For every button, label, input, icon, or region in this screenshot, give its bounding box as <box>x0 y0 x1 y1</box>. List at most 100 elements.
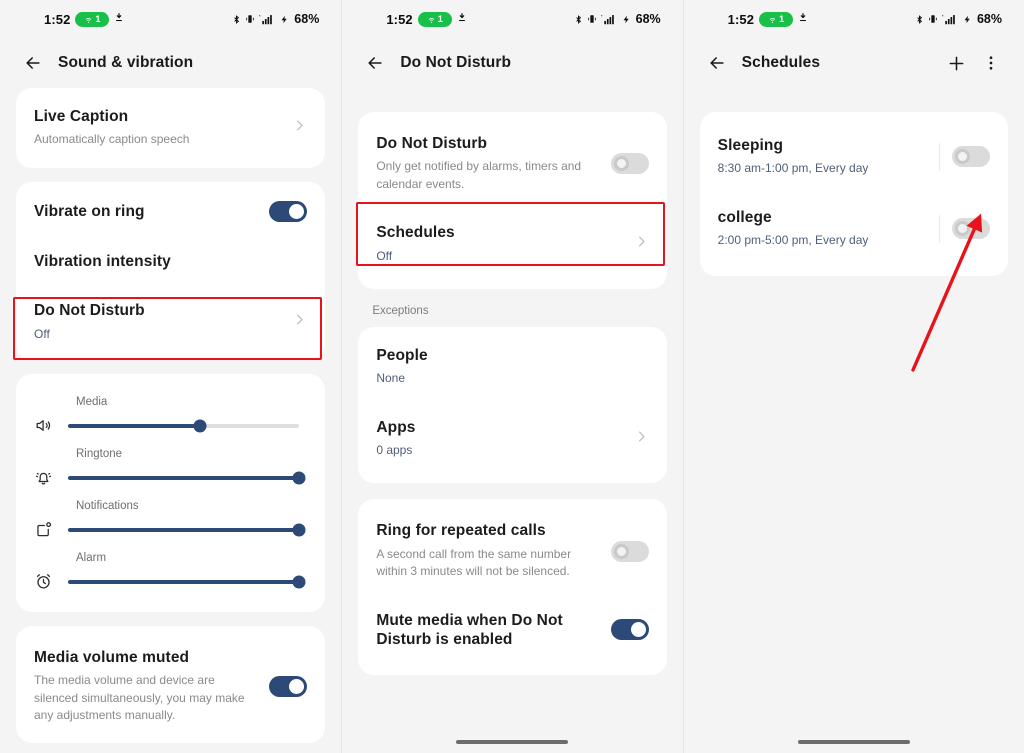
vibrate-on-ring-toggle[interactable] <box>269 200 308 222</box>
row-vibrate-on-ring[interactable]: Vibrate on ring <box>16 186 325 237</box>
app-bar-2: Do Not Disturb <box>342 38 682 88</box>
apps-title: Apps <box>376 418 416 436</box>
live-caption-title: Live Caption <box>34 108 129 125</box>
battery-percent: 68% <box>976 12 1002 26</box>
chevron-right-icon <box>634 429 649 449</box>
do-not-disturb-title: Do Not Disturb <box>34 302 145 320</box>
people-title: People <box>376 346 428 364</box>
hotspot-count: 1 <box>437 14 443 24</box>
vibration-intensity-title: Vibration intensity <box>34 252 171 270</box>
gesture-bar <box>456 739 569 744</box>
download-icon <box>798 12 808 26</box>
dnd-toggle[interactable] <box>610 153 649 175</box>
download-icon <box>114 12 124 26</box>
slider-track-media[interactable] <box>68 419 300 433</box>
app-bar-1: Sound & vibration <box>0 38 341 88</box>
list-item[interactable]: college 2:00 pm-5:00 pm, Every day <box>700 193 1008 272</box>
download-icon <box>457 12 467 26</box>
add-icon[interactable] <box>942 48 972 78</box>
panel-schedules: 1:52 1 * 68% Schedules Sleeping 8:30 am-… <box>682 0 1024 753</box>
status-time: 1:52 <box>386 11 413 27</box>
back-icon[interactable] <box>702 48 732 78</box>
battery-percent: 68% <box>294 12 320 26</box>
slider-media: Media <box>16 396 325 440</box>
slider-notifications: Notifications <box>16 500 325 544</box>
list-item[interactable]: Sleeping 8:30 am-1:00 pm, Every day <box>700 116 1008 193</box>
card-dnd-main: Do Not Disturb Only get notified by alar… <box>358 112 667 289</box>
card-schedule-list: Sleeping 8:30 am-1:00 pm, Every day coll… <box>699 112 1008 276</box>
ring-repeated-toggle[interactable] <box>610 540 649 562</box>
row-do-not-disturb-toggle[interactable]: Do Not Disturb Only get notified by alar… <box>358 116 666 208</box>
notification-icon <box>34 520 68 539</box>
back-icon[interactable] <box>18 48 48 78</box>
hotspot-badge: 1 <box>759 11 794 27</box>
app-bar-3: Schedules <box>684 38 1024 88</box>
media-volume-muted-title: Media volume muted <box>34 648 190 666</box>
charging-bolt-icon <box>963 13 972 26</box>
slider-track-notifications[interactable] <box>68 523 306 537</box>
page-title: Schedules <box>741 54 821 71</box>
schedule-name: college <box>717 208 772 226</box>
speaker-icon <box>34 416 68 435</box>
card-call-options: Ring for repeated calls A second call fr… <box>358 499 667 676</box>
vibrate-icon <box>928 13 938 25</box>
dnd-title: Do Not Disturb <box>376 135 488 152</box>
slider-track-alarm[interactable] <box>68 575 306 589</box>
ring-repeated-subtitle: A second call from the same number withi… <box>376 546 572 579</box>
row-vibration-intensity[interactable]: Vibration intensity <box>16 237 325 286</box>
bluetooth-icon <box>232 13 241 26</box>
chevron-right-icon <box>292 312 307 332</box>
row-apps[interactable]: Apps 0 apps <box>358 403 666 480</box>
panel-sound-vibration: 1:52 1 * 68% Sound & vibration Live Capt… <box>0 0 342 753</box>
mute-media-toggle[interactable] <box>610 619 649 641</box>
media-volume-muted-toggle[interactable] <box>269 675 308 697</box>
schedules-title: Schedules <box>376 224 455 242</box>
row-do-not-disturb[interactable]: Do Not Disturb Off <box>16 286 325 358</box>
row-mute-media[interactable]: Mute media when Do Not Disturb is enable… <box>358 596 666 672</box>
page-title: Do Not Disturb <box>400 54 512 71</box>
row-people[interactable]: People None <box>358 331 666 403</box>
gesture-bar <box>797 739 910 744</box>
bell-icon <box>34 468 68 487</box>
vibrate-icon <box>587 13 597 25</box>
do-not-disturb-subtitle: Off <box>34 326 50 341</box>
status-bar-3: 1:52 1 * 68% <box>684 0 1024 38</box>
hotspot-count: 1 <box>95 14 101 24</box>
slider-ringtone: Ringtone <box>16 448 325 492</box>
signal-bars-icon: * <box>942 13 959 25</box>
chevron-right-icon <box>292 118 307 138</box>
charging-bolt-icon <box>622 13 631 26</box>
card-vibration: Vibrate on ring Vibration intensity Do N… <box>16 181 326 360</box>
svg-text:*: * <box>601 14 603 19</box>
status-time: 1:52 <box>727 11 755 27</box>
vibrate-on-ring-title: Vibrate on ring <box>34 202 145 220</box>
three-panel-screenshot: 1:52 1 * 68% Sound & vibration Live Capt… <box>0 0 1024 753</box>
row-ring-repeated-calls[interactable]: Ring for repeated calls A second call fr… <box>358 503 666 595</box>
schedule-toggle-college[interactable] <box>951 218 990 240</box>
card-volume-sliders: Media Ringtone Notifications Alarm <box>16 373 326 612</box>
row-live-caption[interactable]: Live Caption Automatically caption speec… <box>16 92 325 164</box>
slider-track-ringtone[interactable] <box>68 471 306 485</box>
vertical-divider <box>938 142 940 171</box>
schedule-time: 2:00 pm-5:00 pm, Every day <box>717 233 869 248</box>
slider-label-alarm: Alarm <box>76 551 107 564</box>
vibrate-icon <box>245 13 255 25</box>
charging-bolt-icon <box>280 13 289 26</box>
status-bar-2: 1:52 1 * 68% <box>342 0 682 38</box>
apps-subtitle: 0 apps <box>376 443 413 458</box>
overflow-menu-icon[interactable] <box>976 48 1006 78</box>
row-media-volume-muted[interactable]: Media volume muted The media volume and … <box>16 630 325 740</box>
schedule-toggle-sleeping[interactable] <box>951 146 990 168</box>
schedule-name: Sleeping <box>717 137 784 154</box>
status-bar-1: 1:52 1 * 68% <box>0 0 341 38</box>
card-exceptions: People None Apps 0 apps <box>358 326 667 484</box>
back-icon[interactable] <box>360 48 390 78</box>
hotspot-badge: 1 <box>417 11 452 27</box>
battery-percent: 68% <box>635 12 661 26</box>
status-time: 1:52 <box>44 11 71 27</box>
chevron-right-icon <box>634 234 649 254</box>
panel-do-not-disturb: 1:52 1 * 68% Do Not Disturb Do Not Distu… <box>341 0 683 753</box>
row-schedules[interactable]: Schedules Off <box>358 208 666 285</box>
dnd-subtitle: Only get notified by alarms, timers and … <box>376 159 582 191</box>
slider-label-notifications: Notifications <box>76 499 139 512</box>
